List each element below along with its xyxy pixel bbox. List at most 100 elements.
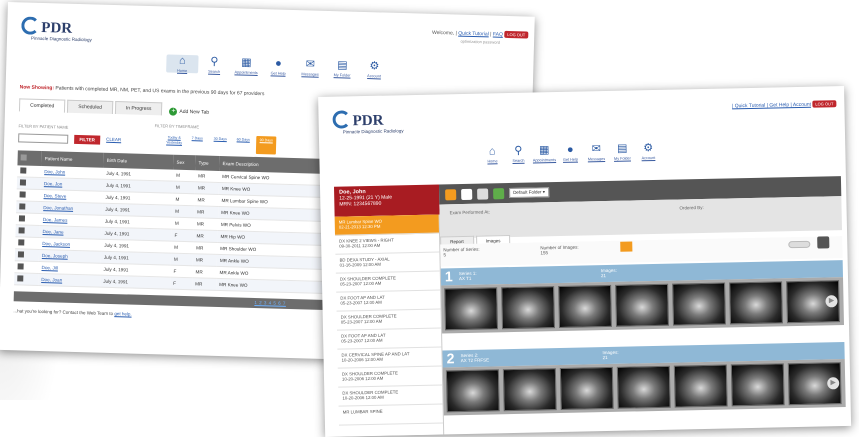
- exam-list-item[interactable]: DX FOOT AP AND LAT 05-23-2007 12:00 AM: [337, 328, 442, 350]
- mri-thumbnail[interactable]: [729, 281, 783, 325]
- logo-arc-icon: [332, 110, 351, 129]
- filter-button[interactable]: FILTER: [74, 134, 101, 145]
- nav-my-folder[interactable]: ▤ My Folder: [609, 142, 635, 161]
- calendar-icon: ▦: [538, 144, 550, 157]
- timeframe-30-days[interactable]: 30 Days: [210, 135, 230, 154]
- faq-link[interactable]: FAQ: [493, 32, 503, 38]
- row-checkbox[interactable]: [20, 167, 27, 174]
- add-new-tab[interactable]: + Add New Tab: [169, 107, 209, 117]
- mri-thumbnail[interactable]: [672, 282, 726, 326]
- col-type[interactable]: Type: [195, 155, 220, 171]
- print-icon[interactable]: [477, 187, 489, 200]
- mri-thumbnail[interactable]: [559, 366, 614, 411]
- exam-list-item[interactable]: DX CERVICAL SPINE AP AND LAT 10-20-2006 …: [337, 347, 442, 369]
- col-sex[interactable]: Sex: [173, 154, 196, 171]
- sex-cell: M: [171, 217, 195, 230]
- exam-list-item[interactable]: MR Lumbar Spine WO 02-21-2013 12:30 PM: [334, 214, 440, 236]
- row-checkbox[interactable]: [19, 179, 27, 186]
- sex-cell: F: [170, 265, 193, 278]
- nav-account[interactable]: ⚙ Account: [635, 142, 661, 161]
- grid-view-button[interactable]: [817, 236, 830, 249]
- nav-my-folder[interactable]: ▤ My Folder: [326, 59, 358, 78]
- row-checkbox[interactable]: [19, 191, 26, 198]
- row-checkbox[interactable]: [18, 215, 26, 222]
- exam-list-item[interactable]: DX SHOULDER COMPLETE 10-20-2006 12:00 AM: [338, 385, 443, 407]
- nav-appointments[interactable]: ▦ Appointments: [531, 144, 557, 163]
- sex-cell: F: [170, 277, 193, 290]
- row-select-cell: [14, 260, 39, 274]
- pdr-logo: PDR Pinnacle Diagnostic Radiology: [332, 110, 404, 135]
- tab-scheduled[interactable]: Scheduled: [67, 99, 114, 114]
- image-icon[interactable]: [493, 187, 505, 199]
- patient-name-cell[interactable]: Doe, Joan: [38, 273, 101, 288]
- timeframe-90-days[interactable]: 90 Days: [255, 135, 277, 155]
- exam-list-item[interactable]: BD DEXA STUDY - AXIAL 01-16-2009 12:00 A…: [335, 252, 440, 274]
- col-patient-name[interactable]: Patient Name: [41, 151, 104, 168]
- exam-list-item[interactable]: DX FOOT AP AND LAT 05-23-2007 12:00 AM: [336, 290, 441, 312]
- pdr-logo: PDR Pinnacle Diagnostic Radiology: [21, 16, 92, 42]
- nav-account[interactable]: ⚙ Account: [358, 60, 390, 79]
- mri-thumbnail[interactable]: [730, 363, 785, 407]
- nav-messages[interactable]: ✉ Messages: [583, 143, 609, 162]
- get-help-link[interactable]: get help.: [114, 311, 131, 316]
- timeframe-buttons: Today & Yesterday 7 Days 30 Days 60 Days…: [164, 133, 279, 155]
- nav-messages[interactable]: ✉ Messages: [294, 58, 326, 77]
- view-toggle[interactable]: [788, 240, 811, 249]
- timeframe-today[interactable]: Today & Yesterday: [164, 133, 184, 152]
- quick-tutorial-link[interactable]: Quick Tutorial: [458, 31, 489, 38]
- folder-add-icon[interactable]: [445, 188, 457, 200]
- select-all-checkbox[interactable]: [20, 154, 27, 161]
- type-cell: MR: [193, 217, 219, 231]
- tab-completed[interactable]: Completed: [18, 98, 66, 113]
- exam-list-item[interactable]: DX SHOULDER COMPLETE 05-23-2007 12:00 AM: [335, 271, 441, 293]
- mri-thumbnail[interactable]: [502, 368, 557, 412]
- exam-list-item[interactable]: DX SHOULDER COMPLETE 10-20-2006 12:00 AM: [337, 366, 443, 388]
- patient-name-input[interactable]: [18, 133, 69, 144]
- patient-header: Doe, John 12-25-1991 (21 Y) Male MRN: 12…: [333, 184, 440, 217]
- exam-list-item[interactable]: MR LUMBAR SPINE: [338, 404, 443, 426]
- nav-search[interactable]: ⚲ Search: [505, 145, 531, 164]
- type-cell: MR: [194, 205, 219, 219]
- logout-button[interactable]: LOG OUT: [812, 100, 837, 108]
- nav-appointments[interactable]: ▦ Appointments: [230, 56, 262, 75]
- exam-list-item[interactable]: DX SHOULDER COMPLETE 05-23-2007 12:00 AM: [336, 309, 441, 331]
- clear-link[interactable]: CLEAR: [106, 137, 121, 142]
- mri-thumbnail[interactable]: [673, 364, 728, 408]
- timeframe-60-days[interactable]: 60 Days: [233, 135, 253, 154]
- folder-select[interactable]: Default Folder ▾: [509, 187, 550, 199]
- account-subtext: optimization password: [460, 38, 501, 45]
- tab-in-progress[interactable]: In Progress: [114, 101, 163, 116]
- zoom-toggle[interactable]: [620, 241, 633, 252]
- messages-icon: ✉: [305, 58, 316, 71]
- nav-get-help[interactable]: ● Get Help: [557, 143, 583, 162]
- mri-thumbnail[interactable]: [615, 283, 669, 327]
- folder-icon: ▤: [616, 142, 628, 155]
- document-icon[interactable]: [461, 188, 473, 200]
- row-checkbox[interactable]: [19, 203, 26, 210]
- page-links[interactable]: 1 2 3 4 5 6 7: [254, 300, 286, 306]
- row-checkbox[interactable]: [17, 275, 24, 282]
- exam-list-item[interactable]: DX KNEE 2 VIEWS - RIGHT 09-30-2011 12:00…: [335, 233, 440, 255]
- mri-thumbnail[interactable]: [501, 286, 556, 330]
- timeframe-7-days[interactable]: 7 Days: [187, 134, 207, 153]
- nav-search[interactable]: ⚲ Search: [198, 55, 230, 74]
- search-icon: ⚲: [210, 55, 219, 68]
- logout-button[interactable]: LOG OUT: [504, 30, 529, 39]
- mri-thumbnail[interactable]: [444, 287, 499, 331]
- mri-thumbnail[interactable]: [445, 369, 500, 413]
- mri-thumbnail[interactable]: [616, 365, 671, 409]
- row-checkbox[interactable]: [17, 263, 24, 270]
- help-icon: ●: [566, 143, 574, 156]
- nav-home[interactable]: ⌂ Home: [479, 145, 505, 164]
- top-links-text[interactable]: | Quick Tutorial | Get Help | Account: [732, 102, 811, 110]
- row-select-cell: [17, 165, 42, 178]
- plus-icon: +: [169, 107, 178, 116]
- row-checkbox[interactable]: [17, 251, 25, 258]
- mri-thumbnail[interactable]: [558, 284, 612, 329]
- list-tabs: Completed Scheduled In Progress + Add New…: [18, 98, 209, 117]
- row-checkbox[interactable]: [18, 239, 25, 246]
- nav-home[interactable]: ⌂ Home: [166, 54, 199, 74]
- type-cell: MR: [192, 253, 218, 267]
- row-checkbox[interactable]: [18, 227, 25, 234]
- nav-get-help[interactable]: ● Get Help: [262, 57, 294, 76]
